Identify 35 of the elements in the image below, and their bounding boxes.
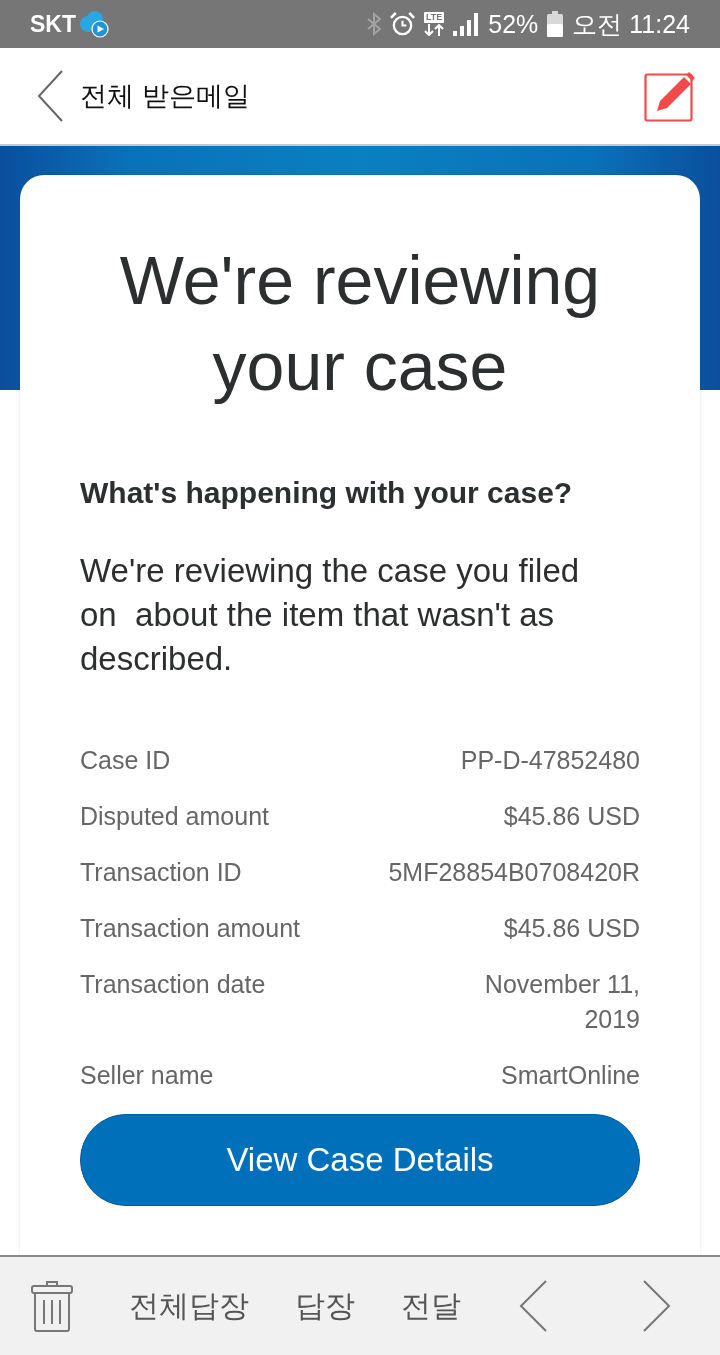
back-icon[interactable] [37,70,63,122]
clock-time: 오전 11:24 [572,8,690,40]
mailbox-title: 전체 받은메일 [80,80,251,113]
toolbar-action-button[interactable]: 전달 [401,1285,461,1327]
carrier-name: SKT [30,10,76,38]
toolbar-action-button[interactable]: 전체답장 [129,1285,249,1327]
detail-value: 5MF28854B0708420R [388,857,640,888]
toolbar-action-button[interactable]: 답장 [295,1285,355,1327]
detail-value: $45.86 USD [503,801,640,832]
view-case-details-button[interactable]: View Case Details [80,1114,640,1206]
battery-icon [547,11,564,37]
chevron-left-icon[interactable] [519,1280,547,1332]
chevron-right-icon[interactable] [643,1280,671,1332]
network-type-label: LTE [423,12,445,23]
email-title: We're reviewing your case [118,241,602,406]
alarm-clock-icon [389,11,415,37]
detail-label: Disputed amount [80,801,270,832]
cloud-icon [78,10,110,38]
detail-label: Seller name [80,1060,215,1091]
bluetooth-icon [366,12,381,36]
detail-label: Transaction date [80,969,267,1000]
data-arrows-icon [424,24,445,36]
detail-label: Transaction amount [80,913,302,944]
message-text: We're reviewing the case you filed on about the item that wasn't as described. [80,551,581,679]
detail-label: Transaction ID [80,857,243,888]
section-heading: What's happening with your case? [80,475,574,511]
detail-value: November 11, 2019 [483,969,640,1035]
edit-icon[interactable] [644,70,696,122]
detail-label: Case ID [80,745,172,776]
detail-value: PP-D-47852480 [460,745,640,776]
battery-percentage: 52% [488,9,539,39]
detail-value: $45.86 USD [503,913,640,944]
signal-icon [453,12,480,36]
detail-value: SmartOnline [501,1060,640,1091]
trash-icon[interactable] [31,1280,73,1332]
